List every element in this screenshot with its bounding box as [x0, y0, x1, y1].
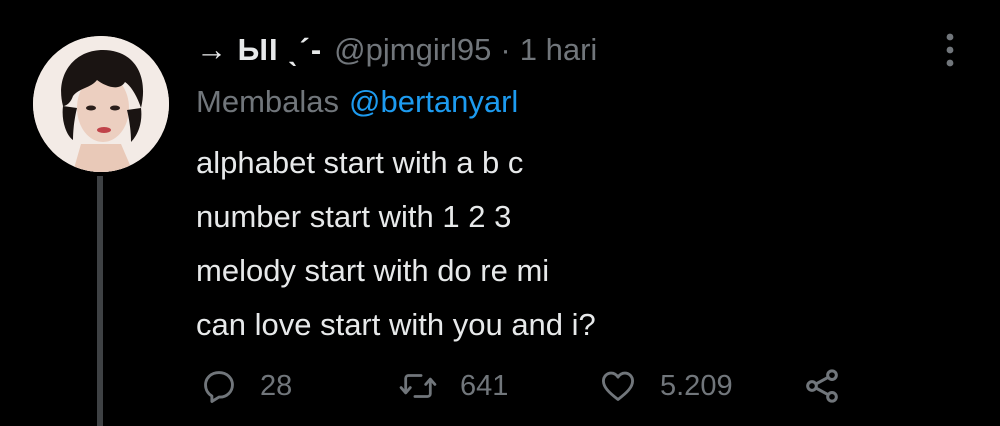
more-vertical-icon	[946, 33, 954, 67]
reply-prefix: Membalas	[196, 84, 339, 119]
avatar[interactable]	[33, 36, 169, 172]
avatar-image	[33, 36, 169, 172]
timestamp[interactable]: 1 hari	[520, 32, 598, 68]
reply-icon	[204, 371, 234, 403]
user-handle[interactable]: @pjmgirl95	[334, 32, 491, 68]
share-button[interactable]	[802, 362, 842, 410]
reply-to-handle[interactable]: @bertanyarl	[349, 84, 518, 119]
tweet-text-line: melody start with do re mi	[196, 253, 550, 288]
retweet-icon	[399, 374, 437, 398]
tweet-actions: 28 641 5.209	[196, 362, 856, 410]
reply-count: 28	[260, 369, 293, 402]
header-separator: ·	[500, 32, 511, 67]
tweet[interactable]: → ЫI ˎ´- @pjmgirl95 · 1 hari Membalas @be…	[0, 0, 1000, 426]
display-name[interactable]: → ЫI ˎ´-	[196, 32, 322, 68]
replying-to: Membalas @bertanyarl	[196, 84, 518, 120]
heart-icon	[602, 371, 634, 401]
tweet-text-line: can love start with you and i?	[196, 307, 596, 342]
tweet-text-line: alphabet start with a b c	[196, 145, 524, 180]
retweet-count: 641	[460, 369, 509, 402]
like-button[interactable]: 5.209	[598, 362, 733, 410]
thread-line	[97, 176, 103, 426]
tweet-header: → ЫI ˎ´- @pjmgirl95 · 1 hari	[196, 28, 597, 72]
reply-button[interactable]: 28	[200, 362, 292, 410]
share-icon	[806, 369, 838, 403]
like-count: 5.209	[660, 369, 733, 402]
more-options-button[interactable]	[928, 28, 972, 72]
tweet-text-line: number start with 1 2 3	[196, 199, 512, 234]
retweet-button[interactable]: 641	[398, 362, 508, 410]
tweet-text: alphabet start with a b c number start w…	[196, 136, 596, 352]
